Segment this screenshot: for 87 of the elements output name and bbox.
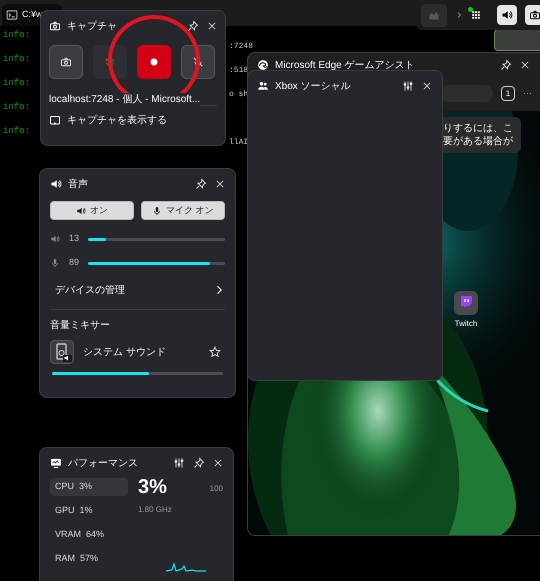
close-icon (422, 81, 432, 91)
widget-title: Microsoft Edge ゲームアシスト (275, 58, 414, 72)
expand-button[interactable] (455, 11, 463, 19)
show-captures-link[interactable]: キャプチャを表示する (49, 113, 167, 128)
audio-button[interactable] (497, 5, 517, 25)
close-icon (520, 60, 530, 70)
terminal-icon (6, 9, 18, 21)
log-level: info: (3, 30, 30, 40)
widget-title: パフォーマンス (68, 456, 138, 470)
pin-button[interactable] (187, 20, 199, 32)
mic-toggle-button[interactable]: マイク オン (141, 201, 225, 220)
speaker-icon (76, 206, 86, 216)
widget-title: Xbox ソーシャル (275, 80, 351, 94)
notice-text: りするには、こ (443, 122, 513, 135)
close-icon (213, 458, 223, 468)
widget-title: 音声 (68, 178, 88, 192)
speaker-device-icon (50, 340, 74, 364)
microphone-icon (152, 206, 162, 216)
metric-frequency: 1.80 GHz (138, 504, 173, 516)
tab-count[interactable]: 1 (501, 86, 515, 101)
record-button[interactable] (137, 45, 171, 79)
section-title: 音量ミキサー (50, 318, 111, 333)
pin-button[interactable] (500, 59, 512, 71)
metric-value: 3% (138, 476, 167, 498)
settings-button[interactable] (173, 457, 185, 469)
pin-button[interactable] (193, 457, 205, 469)
camera-icon (49, 20, 61, 32)
log-level: info: (3, 102, 30, 112)
pin-button[interactable] (195, 178, 207, 190)
close-button[interactable] (520, 60, 530, 70)
settings-button[interactable] (402, 80, 414, 92)
microphone-icon (50, 258, 60, 268)
close-button[interactable] (213, 458, 223, 468)
address-field[interactable] (441, 85, 493, 102)
gallery-icon (428, 9, 440, 21)
widget-title: キャプチャ (67, 20, 117, 34)
log-level: info: (3, 126, 30, 136)
settings-icon (402, 80, 414, 92)
app-name: システム サウンド (83, 346, 166, 360)
log-level: info: (3, 78, 30, 88)
screenshot-button[interactable] (49, 45, 83, 79)
volume-value: 13 (68, 232, 80, 246)
log-text: :7248 (229, 42, 254, 51)
metric-tab[interactable]: CPU 3% (50, 478, 128, 496)
speaker-icon (50, 234, 60, 244)
log-text: llAI (229, 138, 248, 147)
pin-icon (187, 20, 199, 32)
speaker-toggle-button[interactable]: オン (50, 201, 134, 220)
record-last-icon (104, 56, 116, 68)
gallery-icon (49, 114, 61, 126)
metric-tab[interactable]: GPU 1% (50, 502, 128, 520)
usage-graph (166, 560, 206, 572)
log-level: info: (3, 54, 30, 64)
volume-value: 89 (68, 256, 80, 270)
volume-slider[interactable] (52, 372, 223, 375)
pin-icon (195, 178, 207, 190)
capture-target: localhost:7248 - 個人 - Microsoft... (49, 93, 200, 106)
app-label: Twitch (454, 318, 478, 330)
notice-text: 要がある場合が (443, 135, 513, 148)
monitor-icon (50, 457, 62, 469)
axis-max: 100 (210, 483, 223, 495)
volume-slider[interactable] (88, 238, 225, 240)
speaker-icon (50, 178, 62, 190)
capture-button[interactable] (525, 5, 540, 25)
metric-tab[interactable]: RAM 57% (50, 550, 128, 568)
app-icon[interactable] (454, 291, 478, 315)
device-settings-link[interactable]: デバイスの管理 (50, 277, 225, 303)
close-button[interactable] (422, 81, 432, 91)
close-icon (215, 179, 225, 189)
more-button[interactable]: ··· (523, 86, 532, 100)
screenshot-icon (60, 56, 72, 68)
grid-icon (471, 10, 481, 20)
audio-icon (501, 9, 513, 21)
capture-icon (529, 9, 540, 21)
widget-menu-button[interactable] (471, 10, 481, 20)
pin-icon (500, 59, 512, 71)
settings-icon (173, 457, 185, 469)
pin-icon (193, 457, 205, 469)
favorite-button[interactable] (209, 346, 221, 358)
expand-icon (455, 11, 463, 19)
people-icon (257, 80, 269, 92)
star-icon (209, 346, 221, 358)
close-button[interactable] (215, 179, 225, 189)
microphone-icon (192, 56, 204, 68)
close-button[interactable] (207, 21, 217, 31)
metric-tab[interactable]: VRAM 64% (50, 526, 128, 544)
close-icon (207, 21, 217, 31)
